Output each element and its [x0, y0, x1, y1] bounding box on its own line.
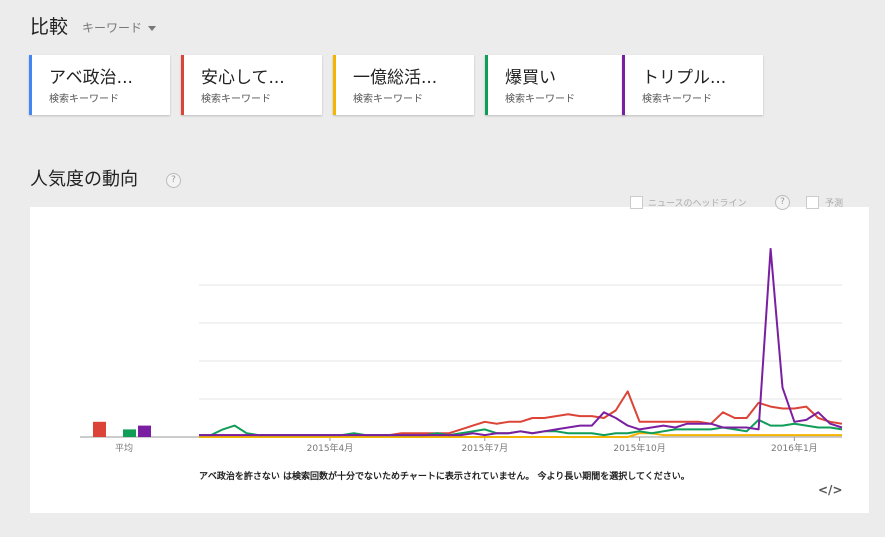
x-tick-label: 2015年7月 [461, 442, 508, 454]
average-bar [123, 429, 136, 437]
average-label: 平均 [115, 442, 133, 454]
x-tick-label: 2015年10月 [613, 442, 665, 454]
average-bar [138, 425, 151, 437]
x-tick-label: 2016年1月 [771, 442, 818, 454]
series-line [199, 390, 843, 437]
insufficient-data-notice: アベ政治を許さない は検索回数が十分でないためチャートに表示されていません。 今… [199, 472, 690, 482]
embed-code-icon[interactable]: </> [818, 483, 843, 497]
series-line [199, 247, 843, 437]
x-tick-label: 2015年4月 [307, 442, 354, 454]
trend-chart: 平均 2015年4月 2015年7月 2015年10月 2016年1月 [80, 247, 843, 454]
average-bar [93, 421, 106, 437]
